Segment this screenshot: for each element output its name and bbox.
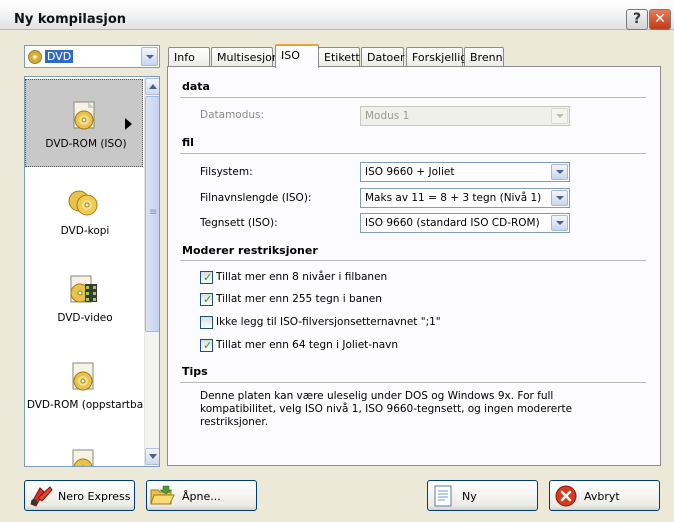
list-item-dvd-boot[interactable]: DVD-ROM (oppstartba (25, 341, 143, 429)
list-scrollbar[interactable] (144, 77, 159, 466)
title-bar: Ny kompilasjon ? ✕ (0, 0, 674, 30)
tab-brenn[interactable]: Brenn (464, 47, 504, 67)
nero-express-label: Nero Express (58, 490, 131, 503)
folder-open-icon (150, 485, 175, 505)
selection-arrow-icon (125, 118, 132, 130)
dvd-copy-icon (68, 190, 98, 216)
cancel-icon (555, 485, 577, 507)
divider (180, 260, 646, 261)
dvd-boot-icon (72, 362, 94, 391)
close-button[interactable]: ✕ (649, 9, 671, 30)
dvd-rom-icon (73, 101, 95, 130)
dvd-video-icon (70, 275, 97, 303)
list-item-label: DVD-ROM (ISO) (45, 138, 127, 150)
checkbox-box[interactable]: ✓ (200, 293, 213, 306)
cancel-label: Avbryt (584, 490, 620, 503)
new-label: Ny (462, 490, 477, 503)
tips-text: Denne platen kan være uleselig under DOS… (200, 390, 573, 428)
dvd-disc-icon (72, 449, 94, 466)
open-label: Åpne... (182, 490, 221, 503)
checkmark-icon: ✓ (203, 293, 213, 306)
filnavnslengde-label: Filnavnslengde (ISO): (200, 192, 312, 204)
chevron-down-icon[interactable] (141, 47, 158, 66)
tab-info[interactable]: Info (168, 47, 210, 67)
divider (180, 153, 646, 154)
nero-express-button[interactable]: Nero Express (24, 480, 135, 511)
checkmark-icon: ✓ (203, 339, 213, 352)
filsystem-select[interactable]: ISO 9660 + Joliet (360, 162, 570, 182)
checkbox-label: Tillat mer enn 8 nivåer i filbanen (216, 271, 388, 283)
list-item-label: DVD-ROM (oppstartba (26, 399, 144, 411)
cancel-button[interactable]: Avbryt (549, 480, 660, 511)
checkbox-box[interactable]: ✓ (200, 271, 213, 284)
tab-iso[interactable]: ISO (275, 44, 319, 68)
checkbox-box[interactable] (200, 316, 213, 329)
filsystem-value: ISO 9660 + Joliet (365, 166, 455, 178)
list-item-dvd-video[interactable]: DVD-video (25, 254, 143, 342)
tab-forskjellig[interactable]: Forskjellig (406, 47, 467, 67)
tab-multisesjon[interactable]: Multisesjon (211, 47, 279, 67)
checkbox-label: Tillat mer enn 64 tegn i Joliet-navn (216, 339, 399, 351)
list-item-label: DVD-video (57, 312, 113, 324)
section-tips-heading: Tips (182, 365, 208, 378)
tab-datoer[interactable]: Datoer (361, 47, 405, 67)
checkbox-label: Ikke legg til ISO-filversjonsetternavnet… (216, 316, 441, 328)
compilation-type-list: DVD-ROM (ISO) DVD-kopi DVD-video DVD-ROM… (24, 76, 160, 467)
checkbox-box[interactable]: ✓ (200, 339, 213, 352)
section-data-heading: data (182, 80, 210, 93)
tegnsett-value: ISO 9660 (standard ISO CD-ROM) (365, 217, 540, 229)
media-type-combo[interactable]: DVD (24, 45, 160, 68)
tab-etikett[interactable]: Etikett (318, 47, 360, 67)
list-item-partial[interactable] (25, 428, 143, 466)
tegnsett-select[interactable]: ISO 9660 (standard ISO CD-ROM) (360, 213, 570, 233)
datamodus-value: Modus 1 (365, 110, 410, 122)
nero-express-icon (30, 486, 53, 507)
section-fil-heading: fil (182, 136, 194, 149)
tegnsett-label: Tegnsett (ISO): (200, 217, 278, 229)
window-title: Ny kompilasjon (14, 12, 127, 27)
chevron-down-icon[interactable] (551, 215, 568, 231)
scroll-thumb[interactable] (145, 96, 159, 332)
iso-tab-panel: data Datamodus: Modus 1 fil Filsystem: I… (167, 66, 661, 466)
filnavnslengde-value: Maks av 11 = 8 + 3 tegn (Nivå 1) (365, 192, 542, 204)
chevron-down-icon (551, 108, 568, 124)
dvd-disc-icon (28, 50, 42, 64)
list-item-label: DVD-kopi (60, 225, 110, 237)
media-type-value: DVD (45, 50, 74, 63)
divider (180, 382, 646, 383)
list-item-dvd-rom-iso[interactable]: DVD-ROM (ISO) (25, 79, 143, 167)
chevron-down-icon[interactable] (551, 164, 568, 180)
datamodus-label: Datamodus: (200, 109, 265, 121)
chevron-down-icon[interactable] (551, 190, 568, 206)
list-item-dvd-copy[interactable]: DVD-kopi (25, 167, 143, 255)
new-document-icon (434, 485, 452, 507)
filnavnslengde-select[interactable]: Maks av 11 = 8 + 3 tegn (Nivå 1) (360, 188, 570, 208)
help-button[interactable]: ? (626, 9, 648, 30)
filsystem-label: Filsystem: (200, 166, 253, 178)
new-button[interactable]: Ny (427, 480, 538, 511)
scroll-down-icon[interactable] (145, 448, 159, 465)
open-button[interactable]: Åpne... (146, 480, 257, 511)
scroll-up-icon[interactable] (145, 78, 159, 95)
datamodus-select: Modus 1 (360, 106, 570, 126)
section-restriksjoner-heading: Moderer restriksjoner (182, 244, 318, 257)
checkmark-icon: ✓ (203, 271, 213, 284)
checkbox-label: Tillat mer enn 255 tegn i banen (216, 293, 382, 305)
divider (180, 97, 646, 98)
